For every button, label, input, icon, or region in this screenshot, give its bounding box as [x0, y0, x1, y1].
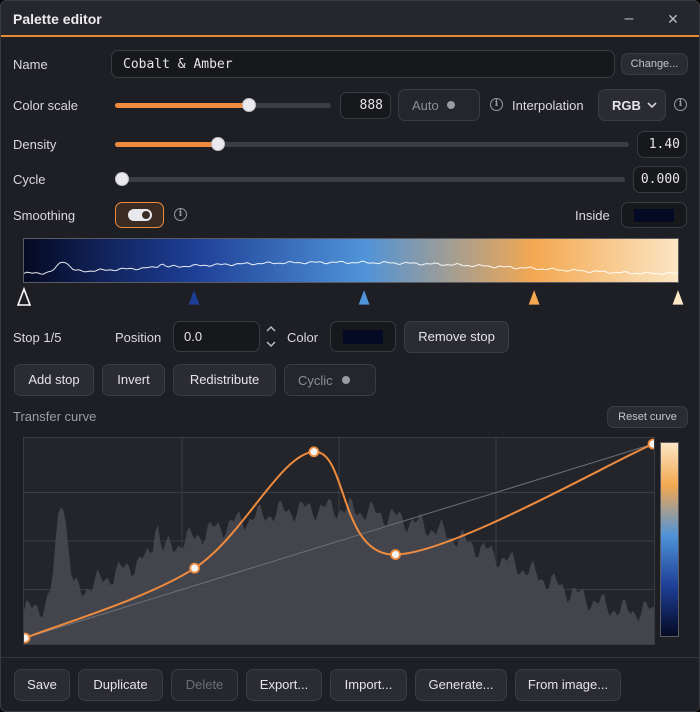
- cycle-handle[interactable]: [115, 172, 129, 186]
- density-handle[interactable]: [211, 137, 225, 151]
- color-scale-fill: [115, 103, 249, 108]
- window-title: Palette editor: [13, 11, 102, 27]
- generate-button[interactable]: Generate...: [415, 669, 507, 701]
- title-bar[interactable]: Palette editor – ✕: [1, 1, 699, 37]
- name-input[interactable]: Cobalt & Amber: [111, 50, 615, 78]
- smoothing-toggle[interactable]: [115, 202, 164, 228]
- stop-marker-1[interactable]: [16, 286, 32, 306]
- auto-label: Auto: [412, 98, 439, 113]
- stop-color-swatch: [343, 330, 383, 344]
- position-stepper[interactable]: [265, 324, 277, 350]
- transfer-curve-label: Transfer curve: [13, 409, 97, 424]
- curve-control-point-2[interactable]: [189, 562, 200, 574]
- curve-control-point-3[interactable]: [308, 446, 320, 458]
- reset-curve-button[interactable]: Reset curve: [607, 406, 688, 428]
- close-icon[interactable]: ✕: [661, 7, 685, 31]
- transfer-colorbar: [660, 442, 679, 637]
- stop-marker-4[interactable]: [527, 287, 541, 306]
- color-scale-slider[interactable]: [115, 98, 331, 112]
- position-input[interactable]: 0.0: [173, 321, 260, 352]
- curve-control-point-1[interactable]: [24, 632, 31, 644]
- stop-marker-2[interactable]: [187, 287, 201, 306]
- color-scale-value[interactable]: 888: [340, 92, 391, 119]
- minimize-icon[interactable]: –: [617, 7, 641, 31]
- histogram-area: [24, 497, 654, 644]
- cycle-slider[interactable]: [115, 172, 625, 186]
- cyclic-toggle-dot: [342, 376, 350, 384]
- auto-toggle[interactable]: Auto: [398, 89, 480, 121]
- export-button[interactable]: Export...: [246, 669, 322, 701]
- add-stop-button[interactable]: Add stop: [14, 364, 94, 396]
- interpolation-label: Interpolation: [512, 98, 584, 113]
- inside-color-swatch: [634, 209, 674, 222]
- cycle-label: Cycle: [13, 172, 46, 187]
- interpolation-info-icon[interactable]: i: [674, 98, 687, 111]
- palette-editor-window: Palette editor – ✕ Name Cobalt & Amber C…: [0, 0, 700, 712]
- delete-button[interactable]: Delete: [171, 669, 238, 701]
- import-button[interactable]: Import...: [330, 669, 407, 701]
- vertical-gradient: [661, 443, 678, 636]
- transfer-curve-plot[interactable]: [23, 437, 655, 645]
- density-slider[interactable]: [115, 137, 629, 151]
- interpolation-value: RGB: [612, 98, 641, 113]
- inside-color-well[interactable]: [621, 202, 687, 228]
- stop-index-label: Stop 1/5: [13, 330, 62, 345]
- chevron-down-icon: [647, 102, 657, 109]
- stop-markers[interactable]: [1, 284, 700, 308]
- curve-control-point-4[interactable]: [390, 549, 401, 560]
- remove-stop-button[interactable]: Remove stop: [404, 321, 509, 353]
- smoothing-info-icon[interactable]: i: [174, 208, 187, 221]
- histogram-overlay: [24, 260, 678, 276]
- density-label: Density: [13, 137, 57, 152]
- redistribute-button[interactable]: Redistribute: [173, 364, 276, 396]
- color-label: Color: [287, 330, 319, 345]
- duplicate-button[interactable]: Duplicate: [78, 669, 163, 701]
- position-label: Position: [115, 330, 162, 345]
- cyclic-label: Cyclic: [298, 373, 333, 388]
- density-value[interactable]: 1.40: [637, 131, 687, 158]
- transfer-curve-canvas[interactable]: [24, 438, 654, 644]
- cycle-value[interactable]: 0.000: [633, 166, 687, 193]
- color-scale-handle[interactable]: [242, 98, 256, 112]
- smoothing-toggle-dot: [142, 211, 150, 219]
- from-image-button[interactable]: From image...: [515, 669, 621, 701]
- curve-control-point-5[interactable]: [647, 438, 655, 450]
- cyclic-toggle[interactable]: Cyclic: [284, 364, 376, 396]
- smoothing-label: Smoothing: [13, 208, 76, 223]
- gradient-preview[interactable]: [23, 238, 679, 283]
- stop-marker-3[interactable]: [357, 287, 371, 306]
- auto-toggle-dot: [447, 101, 455, 109]
- interpolation-select[interactable]: RGB: [598, 89, 666, 121]
- color-scale-label: Color scale: [13, 98, 79, 113]
- inside-label: Inside: [575, 208, 610, 223]
- stop-color-well[interactable]: [330, 321, 396, 352]
- invert-button[interactable]: Invert: [102, 364, 165, 396]
- save-button[interactable]: Save: [14, 669, 70, 701]
- bottom-divider: [1, 657, 699, 658]
- info-icon[interactable]: i: [490, 98, 503, 111]
- change-button[interactable]: Change...: [621, 53, 688, 75]
- name-label: Name: [13, 57, 48, 72]
- stop-marker-5[interactable]: [671, 287, 685, 306]
- density-fill: [115, 142, 218, 147]
